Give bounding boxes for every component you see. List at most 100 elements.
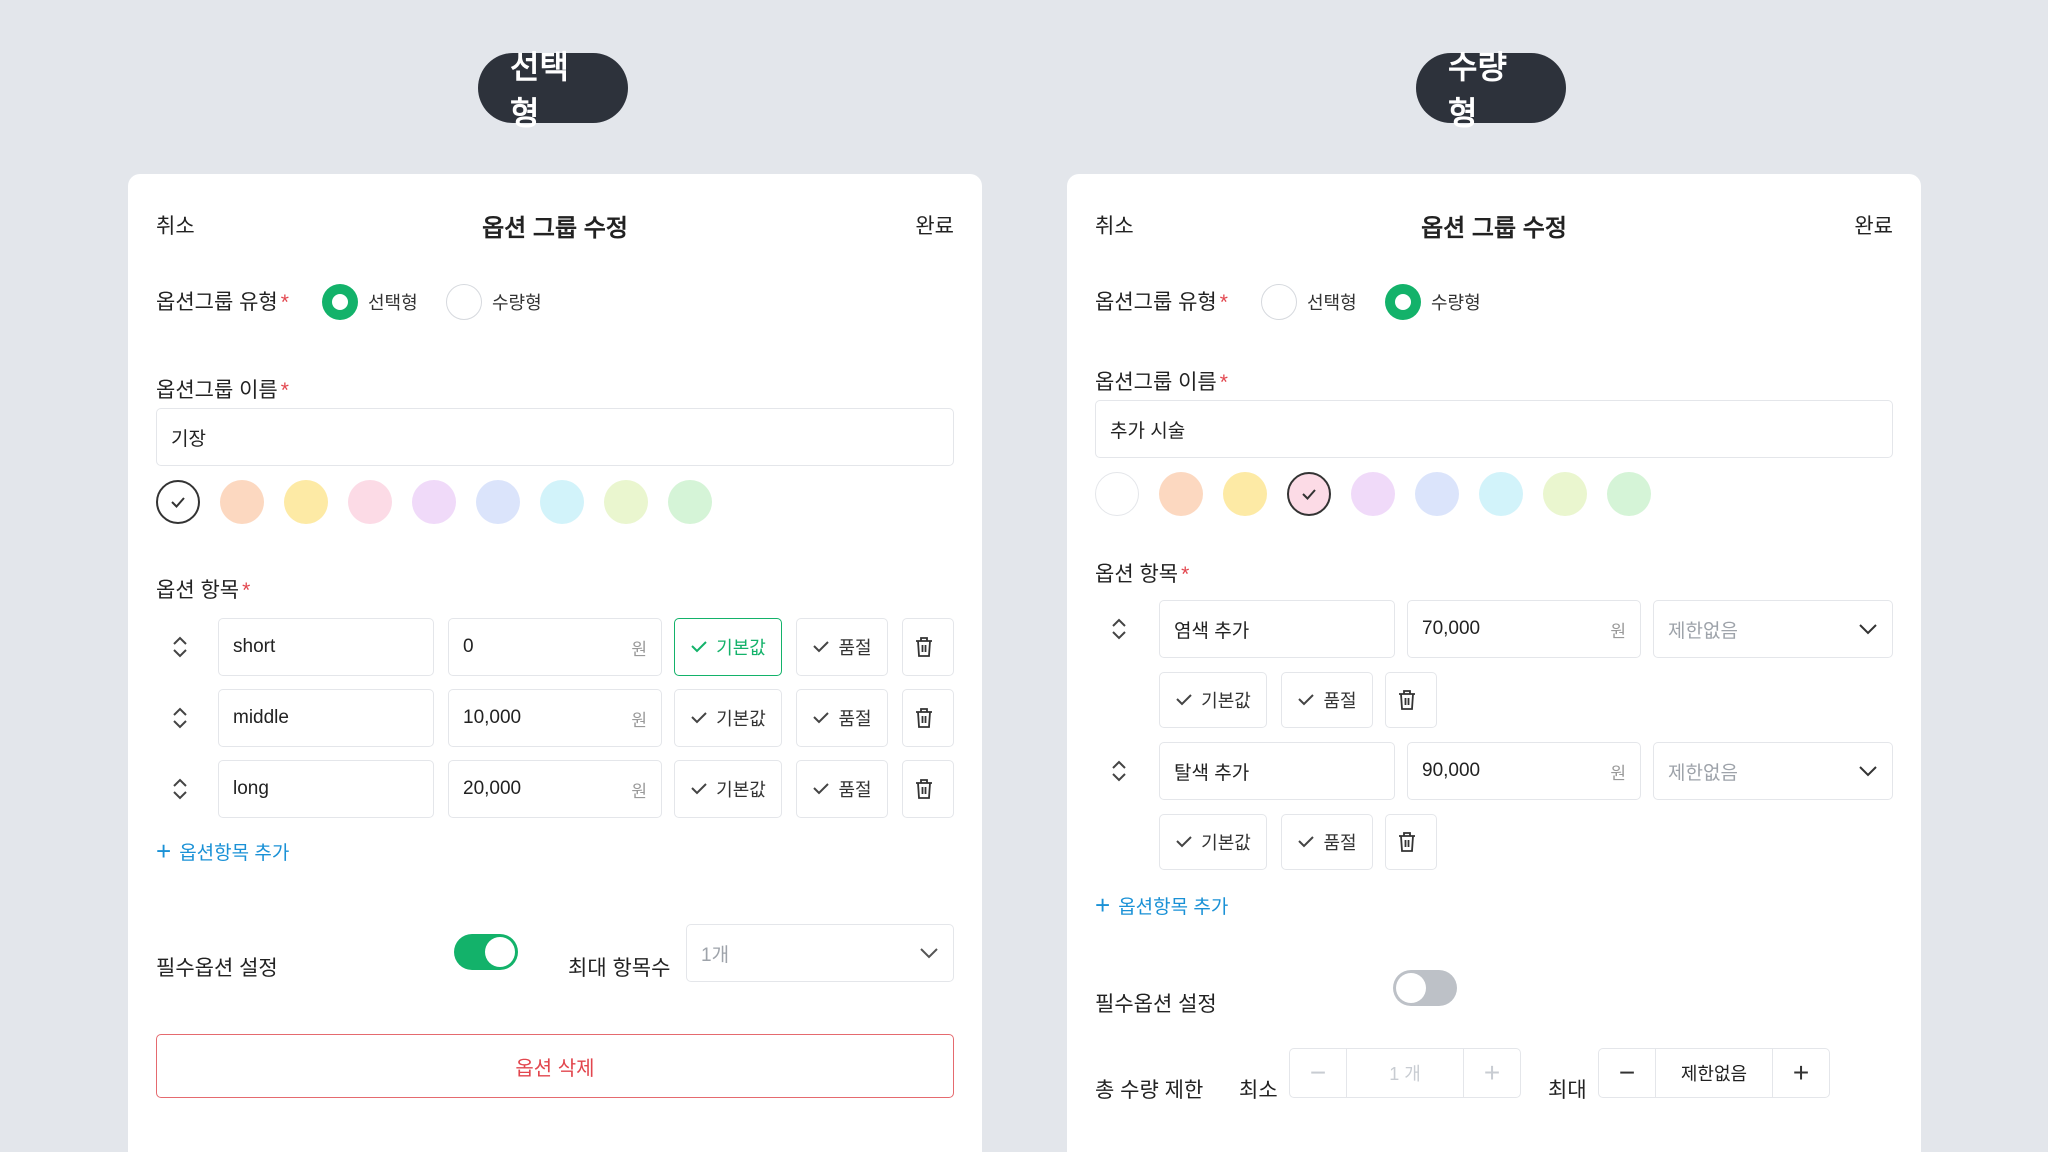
- type-pill-select: 선택형: [478, 49, 628, 131]
- decrement-button[interactable]: −: [1599, 1049, 1655, 1097]
- items-label: 옵션 항목 *: [1095, 563, 1190, 586]
- max-items-label: 최대 항목수: [568, 957, 671, 980]
- delete-item-button[interactable]: [1385, 672, 1437, 728]
- color-swatch-yellow[interactable]: [1223, 472, 1267, 516]
- color-swatch-white[interactable]: [156, 480, 200, 524]
- check-icon: [1298, 836, 1315, 848]
- decrement-button[interactable]: −: [1290, 1049, 1346, 1097]
- required-toggle[interactable]: [1393, 970, 1457, 1006]
- default-button[interactable]: 기본값: [674, 760, 782, 818]
- reorder-handle-icon[interactable]: [170, 704, 190, 732]
- radio-label: 선택형: [1307, 293, 1357, 313]
- item-price-input[interactable]: 90,000 원: [1407, 742, 1641, 800]
- item-name-input[interactable]: long: [218, 760, 434, 818]
- option-group-edit-card-select: 취소 옵션 그룹 수정 완료 옵션그룹 유형 * 선택형 수량형 옵션그룹 이름 *…: [128, 174, 982, 1152]
- check-icon: [813, 641, 830, 653]
- color-swatch-blue[interactable]: [1415, 472, 1459, 516]
- default-button[interactable]: 기본값: [674, 689, 782, 747]
- delete-item-button[interactable]: [1385, 814, 1437, 870]
- item-price-input[interactable]: 10,000 원: [448, 689, 662, 747]
- add-item-link[interactable]: + 옵션항목 추가: [1095, 890, 1228, 921]
- min-quantity-stepper[interactable]: − 1 개 +: [1289, 1048, 1521, 1098]
- item-name-input[interactable]: middle: [218, 689, 434, 747]
- increment-button[interactable]: +: [1464, 1049, 1520, 1097]
- radio-button[interactable]: [322, 284, 358, 320]
- default-button[interactable]: 기본값: [1159, 672, 1267, 728]
- max-label: 최대: [1548, 1079, 1587, 1102]
- soldout-button[interactable]: 품절: [1281, 814, 1373, 870]
- type-radio-select[interactable]: 선택형: [1261, 284, 1357, 320]
- delete-item-button[interactable]: [902, 689, 954, 747]
- check-icon: [1298, 694, 1315, 706]
- color-swatch-lime[interactable]: [604, 480, 648, 524]
- radio-button[interactable]: [1385, 284, 1421, 320]
- item-name-input[interactable]: 염색 추가: [1159, 600, 1395, 658]
- soldout-button[interactable]: 품절: [796, 760, 888, 818]
- color-swatch-yellow[interactable]: [284, 480, 328, 524]
- color-swatch-white[interactable]: [1095, 472, 1139, 516]
- type-radio-select[interactable]: 선택형: [322, 284, 418, 320]
- radio-button[interactable]: [1261, 284, 1297, 320]
- pill-label: 수량형: [1448, 49, 1507, 131]
- name-input[interactable]: 추가 시술: [1095, 400, 1893, 458]
- pill-label: 선택형: [510, 49, 569, 131]
- max-quantity-stepper[interactable]: − 제한없음 +: [1598, 1048, 1830, 1098]
- soldout-button[interactable]: 품절: [1281, 672, 1373, 728]
- radio-button[interactable]: [446, 284, 482, 320]
- reorder-handle-icon[interactable]: [170, 775, 190, 803]
- check-icon: [1302, 489, 1316, 500]
- delete-item-button[interactable]: [902, 618, 954, 676]
- reorder-handle-icon[interactable]: [170, 633, 190, 661]
- chevron-down-icon: [1859, 766, 1877, 777]
- list-item: 탈색 추가 90,000 원 제한없음 기본값 품절: [1095, 742, 1893, 886]
- required-toggle[interactable]: [454, 934, 518, 970]
- color-swatch-pink[interactable]: [1287, 472, 1331, 516]
- max-items-select[interactable]: 1개: [686, 924, 954, 982]
- item-name-input[interactable]: 탈색 추가: [1159, 742, 1395, 800]
- color-swatch-blue[interactable]: [476, 480, 520, 524]
- color-swatch-purple[interactable]: [412, 480, 456, 524]
- reorder-handle-icon[interactable]: [1109, 757, 1129, 785]
- item-name-input[interactable]: short: [218, 618, 434, 676]
- delete-option-button[interactable]: 옵션 삭제: [156, 1034, 954, 1098]
- delete-item-button[interactable]: [902, 760, 954, 818]
- radio-label: 선택형: [368, 293, 418, 313]
- color-swatch-lime[interactable]: [1543, 472, 1587, 516]
- item-limit-select[interactable]: 제한없음: [1653, 742, 1893, 800]
- item-price-input[interactable]: 0원: [448, 618, 662, 676]
- type-radio-quantity[interactable]: 수량형: [1385, 284, 1481, 320]
- color-swatch-cyan[interactable]: [1479, 472, 1523, 516]
- type-label: 옵션그룹 유형 *: [1095, 291, 1228, 314]
- default-button[interactable]: 기본값: [1159, 814, 1267, 870]
- done-button[interactable]: 완료: [915, 210, 954, 240]
- increment-button[interactable]: +: [1773, 1049, 1829, 1097]
- item-limit-select[interactable]: 제한없음: [1653, 600, 1893, 658]
- check-icon: [691, 783, 707, 795]
- add-item-link[interactable]: + 옵션항목 추가: [156, 836, 289, 867]
- item-price-input[interactable]: 70,000 원: [1407, 600, 1641, 658]
- required-label: 필수옵션 설정: [156, 957, 278, 980]
- default-button[interactable]: 기본값: [674, 618, 782, 676]
- color-swatch-peach[interactable]: [1159, 472, 1203, 516]
- done-button[interactable]: 완료: [1854, 210, 1893, 240]
- color-swatch-peach[interactable]: [220, 480, 264, 524]
- color-swatch-cyan[interactable]: [540, 480, 584, 524]
- trash-icon: [916, 637, 932, 657]
- toggle-knob: [1396, 973, 1426, 1003]
- item-price-input[interactable]: 20,000 원: [448, 760, 662, 818]
- trash-icon: [916, 708, 932, 728]
- color-swatch-pink[interactable]: [348, 480, 392, 524]
- name-input[interactable]: 기장: [156, 408, 954, 466]
- type-radio-quantity[interactable]: 수량형: [446, 284, 542, 320]
- total-limit-label: 총 수량 제한: [1095, 1079, 1204, 1102]
- check-icon: [813, 783, 830, 795]
- color-swatch-green[interactable]: [1607, 472, 1651, 516]
- soldout-button[interactable]: 품절: [796, 618, 888, 676]
- trash-icon: [1399, 832, 1415, 852]
- color-swatch-green[interactable]: [668, 480, 712, 524]
- reorder-handle-icon[interactable]: [1109, 615, 1129, 643]
- color-swatch-purple[interactable]: [1351, 472, 1395, 516]
- list-item: short 0원 기본값 품절: [156, 618, 954, 676]
- check-icon: [171, 497, 185, 508]
- soldout-button[interactable]: 품절: [796, 689, 888, 747]
